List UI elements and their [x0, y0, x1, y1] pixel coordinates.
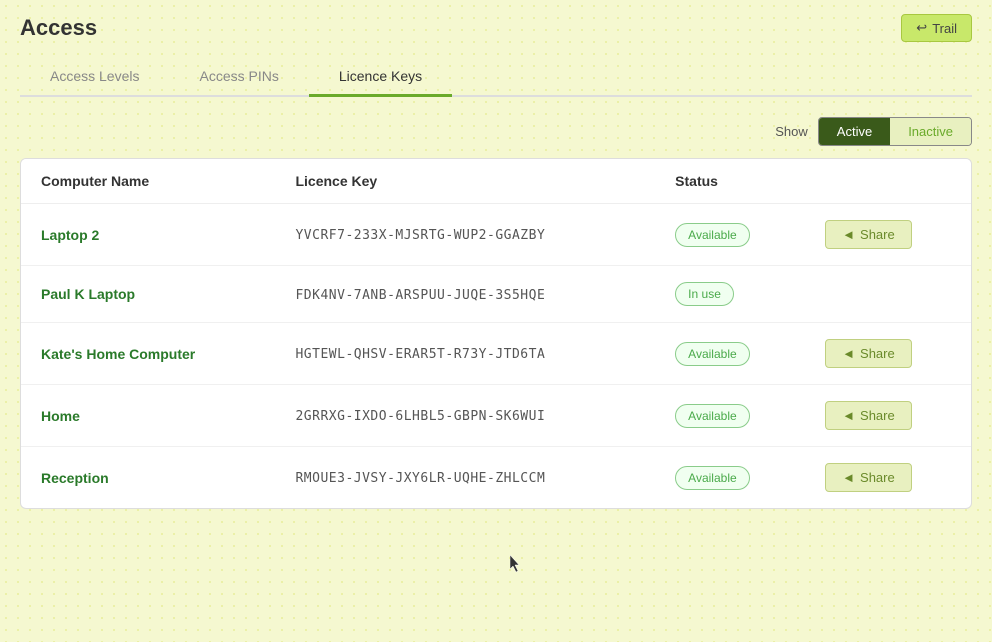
page-container: Access ↩ Trail Access Levels Access PINs… — [0, 0, 992, 523]
table-container: Computer Name Licence Key Status Laptop … — [20, 158, 972, 509]
cursor — [510, 555, 522, 573]
share-button-4[interactable]: ◄ Share — [825, 401, 912, 430]
trail-label: Trail — [932, 21, 957, 36]
table-row: Laptop 2 YVCRF7-233X-MJSRTG-WUP2-GGAZBY Av… — [21, 204, 971, 266]
table-row: Home 2GRRXG-IXDO-6LHBL5-GBPN-SK6WUI Availa… — [21, 385, 971, 447]
toggle-active[interactable]: Active — [819, 118, 890, 145]
tab-access-pins[interactable]: Access PINs — [169, 58, 308, 97]
status-badge-4: Available — [675, 404, 749, 428]
share-icon: ◄ — [842, 408, 855, 423]
col-header-status: Status — [655, 159, 805, 204]
header: Access ↩ Trail — [20, 14, 972, 42]
share-button-5[interactable]: ◄ Share — [825, 463, 912, 492]
toggle-inactive[interactable]: Inactive — [890, 118, 971, 145]
col-header-computer-name: Computer Name — [21, 159, 275, 204]
share-button-1[interactable]: ◄ Share — [825, 220, 912, 249]
licence-key-2: FDK4NV-7ANB-ARSPUU-JUQE-3S5HQE — [295, 288, 545, 303]
table-row: Paul K Laptop FDK4NV-7ANB-ARSPUU-JUQE-3S5… — [21, 266, 971, 323]
share-icon: ◄ — [842, 227, 855, 242]
computer-name-3[interactable]: Kate's Home Computer — [41, 346, 195, 362]
licence-key-4: 2GRRXG-IXDO-6LHBL5-GBPN-SK6WUI — [295, 409, 545, 424]
toggle-group: Active Inactive — [818, 117, 972, 146]
tab-access-levels[interactable]: Access Levels — [20, 58, 169, 97]
table-row: Kate's Home Computer HGTEWL-QHSV-ERAR5T-R… — [21, 323, 971, 385]
page-title: Access — [20, 15, 97, 41]
share-button-3[interactable]: ◄ Share — [825, 339, 912, 368]
table-header-row: Computer Name Licence Key Status — [21, 159, 971, 204]
table-row: Reception RMOUE3-JVSY-JXY6LR-UQHE-ZHLCCM A… — [21, 447, 971, 509]
tabs: Access Levels Access PINs Licence Keys — [20, 58, 972, 97]
show-label: Show — [775, 124, 808, 139]
share-icon: ◄ — [842, 470, 855, 485]
licence-key-3: HGTEWL-QHSV-ERAR5T-R73Y-JTD6TA — [295, 347, 545, 362]
computer-name-4[interactable]: Home — [41, 408, 80, 424]
licence-key-1: YVCRF7-233X-MJSRTG-WUP2-GGAZBY — [295, 228, 545, 243]
share-icon: ◄ — [842, 346, 855, 361]
status-badge-3: Available — [675, 342, 749, 366]
trail-icon: ↩ — [916, 20, 927, 36]
computer-name-2[interactable]: Paul K Laptop — [41, 286, 135, 302]
show-controls: Show Active Inactive — [20, 117, 972, 146]
status-badge-5: Available — [675, 466, 749, 490]
col-header-licence-key: Licence Key — [275, 159, 655, 204]
data-table: Computer Name Licence Key Status Laptop … — [21, 159, 971, 508]
tab-licence-keys[interactable]: Licence Keys — [309, 58, 452, 97]
col-header-action — [805, 159, 971, 204]
computer-name-1[interactable]: Laptop 2 — [41, 227, 99, 243]
computer-name-5[interactable]: Reception — [41, 470, 109, 486]
status-badge-2: In use — [675, 282, 734, 306]
trail-button[interactable]: ↩ Trail — [901, 14, 972, 42]
status-badge-1: Available — [675, 223, 749, 247]
licence-key-5: RMOUE3-JVSY-JXY6LR-UQHE-ZHLCCM — [295, 471, 545, 486]
